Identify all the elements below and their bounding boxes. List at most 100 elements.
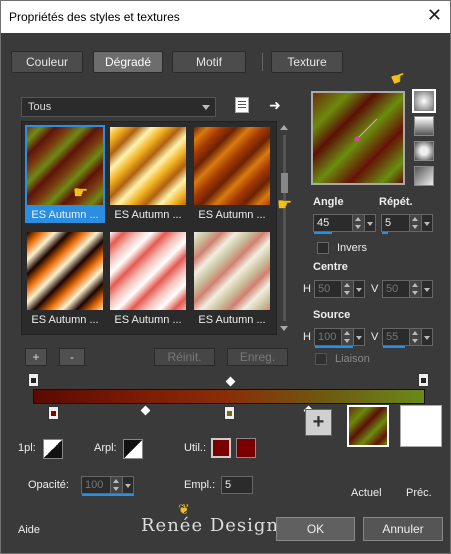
used-color-swatch[interactable] — [211, 438, 231, 458]
help-link[interactable]: Aide — [18, 524, 40, 536]
used-colors-label: Util.: — [184, 442, 206, 454]
spin-arrows-icon[interactable] — [110, 477, 122, 493]
cancel-button[interactable]: Annuler — [363, 517, 443, 541]
gradient-swatch — [194, 232, 270, 310]
opacity-swatch — [421, 378, 426, 383]
gallery-item[interactable]: ES Autumn ... — [108, 125, 188, 223]
foreground-plane-swatch[interactable] — [43, 439, 63, 459]
gallery-item[interactable]: ES Autumn ... — [108, 230, 188, 328]
scroll-up-icon[interactable] — [280, 125, 288, 130]
pointing-hand-icon: ☛ — [73, 183, 89, 202]
previous-label: Préc. — [406, 487, 432, 499]
location-field[interactable]: 5 — [221, 476, 253, 494]
gradient-swatch — [110, 127, 186, 205]
chevron-down-icon[interactable] — [353, 280, 365, 298]
tab-texture[interactable]: Texture — [271, 51, 343, 73]
angle-slider-fill — [314, 232, 332, 234]
gradient-swatch — [110, 232, 186, 310]
opacity-stop-right[interactable] — [418, 373, 429, 387]
remove-gradient-button[interactable]: - — [59, 348, 85, 366]
add-gradient-button[interactable]: + — [25, 348, 47, 366]
source-h-value: 100 — [318, 331, 337, 343]
rectangular-gradient-type-button[interactable] — [414, 116, 434, 136]
gallery-item[interactable]: ES Autumn ... — [192, 125, 272, 223]
add-color-button[interactable]: + — [305, 409, 332, 436]
source-v-slider-fill — [383, 346, 405, 348]
window-title: Propriétés des styles et textures — [9, 10, 180, 24]
opacity-spinner[interactable]: 100 — [81, 476, 134, 496]
ok-button[interactable]: OK — [276, 517, 355, 541]
corner-gradient-type-button[interactable] — [414, 166, 434, 186]
category-value: Tous — [28, 101, 52, 113]
title-bar: Propriétés des styles et textures ✕ — [1, 1, 450, 33]
scroll-down-icon[interactable] — [280, 326, 288, 331]
previous-style-swatch[interactable] — [400, 405, 442, 447]
invert-label: Invers — [337, 242, 367, 254]
current-style-swatch[interactable] — [347, 405, 389, 447]
gallery-item-label: ES Autumn ... — [31, 314, 99, 326]
color-stop[interactable] — [48, 406, 59, 420]
source-h-label: H — [303, 331, 311, 343]
gallery-item[interactable]: ES Autumn ... — [25, 125, 105, 223]
spin-arrows-icon[interactable] — [352, 215, 364, 231]
gallery-item-label: ES Autumn ... — [114, 209, 182, 221]
invert-checkbox[interactable] — [317, 242, 329, 254]
chevron-down-icon — [202, 105, 210, 110]
gallery-scrollbar[interactable] — [279, 123, 290, 333]
repeat-slider-fill — [382, 232, 388, 234]
source-v-value: 55 — [386, 331, 399, 343]
scroll-thumb[interactable] — [281, 173, 288, 193]
reset-button[interactable]: Réinit. — [154, 348, 215, 366]
arrow-right-icon[interactable]: ➜ — [269, 97, 281, 114]
chevron-down-icon[interactable] — [421, 214, 433, 232]
background-plane-swatch[interactable] — [123, 439, 143, 459]
spin-arrows-icon[interactable] — [409, 329, 421, 345]
chevron-down-icon[interactable] — [421, 328, 433, 346]
center-v-spinner[interactable]: 50 — [382, 280, 433, 298]
gallery-item-label: ES Autumn ... — [31, 209, 99, 221]
gradient-bar[interactable] — [33, 389, 425, 404]
center-h-label: H — [303, 283, 311, 295]
radial-gradient-type-button[interactable] — [414, 141, 434, 161]
link-checkbox[interactable] — [315, 353, 327, 365]
gallery-item[interactable]: ES Autumn ... — [25, 230, 105, 328]
tab-motif[interactable]: Motif — [172, 51, 246, 73]
center-label: Centre — [313, 261, 348, 273]
source-v-label: V — [371, 331, 379, 343]
linear-gradient-type-button[interactable] — [412, 89, 436, 113]
center-v-value: 50 — [386, 283, 399, 295]
chevron-down-icon[interactable] — [122, 476, 134, 494]
used-color-swatch[interactable] — [236, 438, 256, 458]
spin-arrows-icon[interactable] — [341, 329, 353, 345]
source-label: Source — [313, 309, 351, 321]
spin-arrows-icon[interactable] — [409, 281, 421, 297]
center-h-spinner[interactable]: 50 — [314, 280, 365, 298]
repeat-spinner[interactable]: 5 — [381, 214, 433, 234]
opacity-stop-left[interactable] — [28, 373, 39, 387]
tab-degrade[interactable]: Dégradé — [93, 51, 163, 73]
close-icon[interactable]: ✕ — [427, 5, 442, 25]
foreground-plane-label: 1pl: — [18, 442, 36, 454]
opacity-value: 100 — [85, 479, 104, 491]
spin-arrows-icon[interactable] — [341, 281, 353, 297]
tab-couleur[interactable]: Couleur — [11, 51, 83, 73]
color-stop[interactable] — [224, 406, 235, 420]
color-midpoint[interactable] — [140, 405, 151, 416]
repeat-label: Répét. — [379, 196, 413, 208]
chevron-down-icon[interactable] — [421, 280, 433, 298]
angle-spinner[interactable]: 45 — [313, 214, 376, 234]
source-v-spinner[interactable]: 55 — [382, 328, 433, 348]
source-h-spinner[interactable]: 100 — [314, 328, 365, 348]
save-button[interactable]: Enreg. — [227, 348, 288, 366]
spin-arrows-icon[interactable] — [409, 215, 421, 231]
location-value: 5 — [225, 479, 232, 491]
category-dropdown[interactable]: Tous — [21, 97, 216, 117]
chevron-down-icon[interactable] — [353, 328, 365, 346]
angle-indicator — [354, 118, 378, 142]
book-icon[interactable] — [235, 97, 249, 113]
opacity-midpoint[interactable] — [225, 376, 236, 387]
chevron-down-icon[interactable] — [364, 214, 376, 232]
gallery-item-label: ES Autumn ... — [198, 209, 266, 221]
gallery-item[interactable]: ES Autumn ... — [192, 230, 272, 328]
gradient-preview[interactable] — [311, 91, 405, 185]
